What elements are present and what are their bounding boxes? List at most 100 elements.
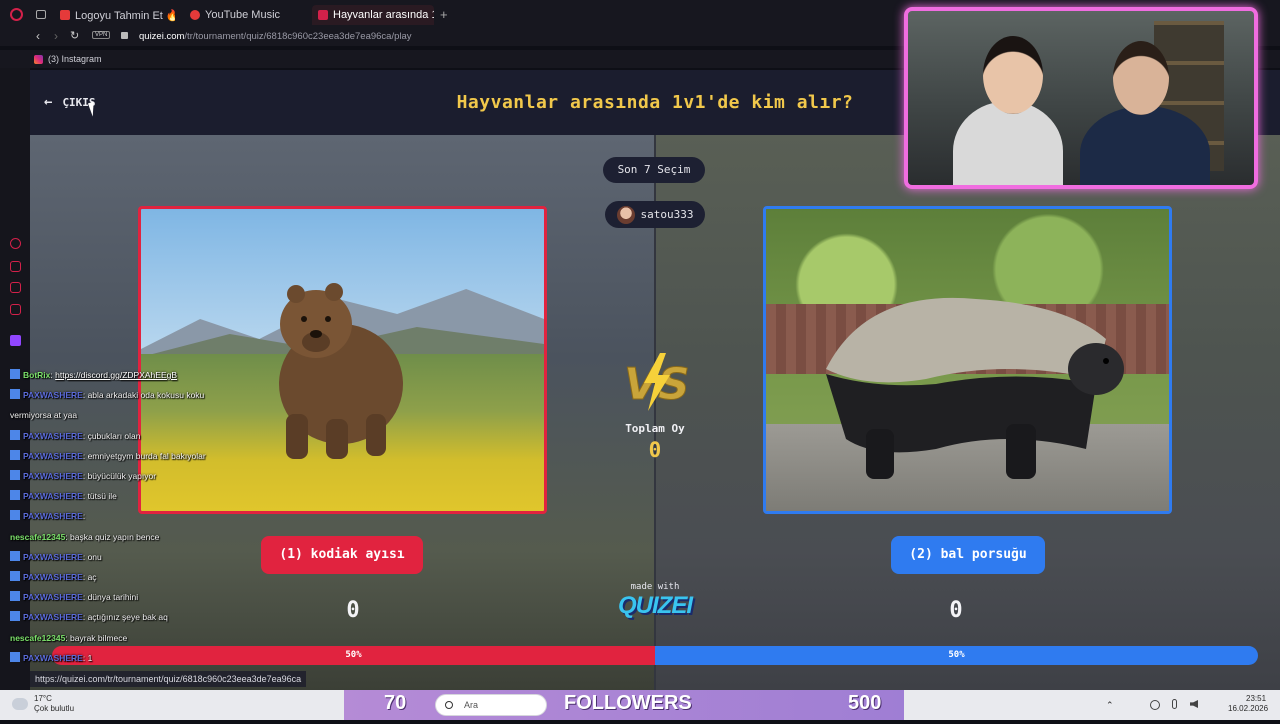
choice-right-button[interactable]: (2) bal porsuğu — [891, 536, 1045, 574]
option-right-image[interactable] — [763, 206, 1172, 514]
taskbar-search[interactable]: Ara — [435, 694, 547, 716]
chat-message: PAXWASHERE: tütsü ile — [10, 490, 250, 503]
chat-username[interactable]: PAXWASHERE — [23, 471, 83, 481]
chat-text: bayrak bilmece — [70, 632, 128, 643]
mic-icon[interactable] — [1172, 699, 1177, 709]
chat-username[interactable]: nescafe12345 — [10, 633, 65, 643]
url-field[interactable]: quizei.com/tr/tournament/quiz/6818c960c2… — [139, 31, 412, 42]
chat-username[interactable]: BotRix — [23, 370, 50, 380]
bear-figure — [279, 283, 403, 459]
tab-logoyu[interactable]: Logoyu Tahmin Et 🔥 Log — [60, 5, 175, 25]
reload-icon[interactable]: ↻ — [70, 29, 79, 42]
network-icon[interactable] — [1150, 700, 1160, 710]
weather-icon — [12, 698, 28, 710]
chat-text: onu — [87, 551, 102, 562]
right-percent: 50% — [948, 650, 965, 660]
kick-badge-icon — [10, 591, 20, 602]
option-left-image[interactable] — [138, 206, 547, 514]
chat-message: vermiyorsa at yaa — [10, 409, 250, 422]
chat-username[interactable]: PAXWASHERE — [23, 431, 83, 441]
webcam-overlay — [904, 7, 1258, 189]
chat-username[interactable]: PAXWASHERE — [23, 612, 83, 622]
streamer-left — [953, 101, 1063, 185]
chat-message: PAXWASHERE: büyücülük yapıyor — [10, 470, 250, 483]
badger-figure — [826, 297, 1124, 479]
chat-text: başka quiz yapın bence — [70, 531, 160, 542]
chat-username[interactable]: PAXWASHERE — [23, 390, 83, 400]
bookmark-instagram[interactable]: (3) Instagram — [34, 54, 102, 64]
tab-label: Hayvanlar arasında 1v1'de — [333, 9, 434, 21]
kick-badge-icon — [10, 611, 20, 622]
search-icon — [445, 701, 453, 709]
kick-badge-icon — [10, 571, 20, 581]
volume-icon[interactable] — [1190, 700, 1198, 708]
right-vote-count: 0 — [949, 598, 963, 623]
sidebar-ai-icon[interactable] — [10, 261, 21, 272]
total-votes-value: 0 — [648, 438, 662, 462]
new-tab-button[interactable]: + — [440, 7, 448, 22]
chat-text: açtığınız şeye bak aq — [87, 612, 168, 623]
chat-username[interactable]: PAXWASHERE — [23, 552, 83, 562]
followers-current: 70 — [384, 692, 407, 714]
chat-username[interactable]: PAXWASHERE — [23, 511, 83, 521]
search-placeholder: Ara — [464, 700, 479, 710]
quizei-logo[interactable]: QUIZEI — [605, 592, 705, 620]
chat-username[interactable]: PAXWASHERE — [23, 592, 83, 602]
quizei-icon — [318, 10, 328, 20]
kick-badge-icon — [10, 470, 20, 480]
chat-text: dünya tarihini — [87, 592, 139, 603]
kick-badge-icon — [10, 449, 20, 460]
chat-username[interactable]: PAXWASHERE — [23, 451, 83, 461]
chat-username[interactable]: PAXWASHERE — [23, 572, 83, 582]
choice-left-button[interactable]: (1) kodiak ayısı — [261, 536, 423, 574]
chat-username[interactable]: PAXWASHERE — [23, 653, 83, 663]
sidebar-twitch-icon[interactable] — [10, 335, 21, 346]
followers-label: FOLLOWERS — [564, 692, 692, 714]
last-picks-badge[interactable]: Son 7 Seçim — [603, 157, 705, 183]
chat-message: PAXWASHERE: çubukları olan — [10, 429, 250, 443]
chat-text: abla arkadaki oda kokusu koku — [87, 390, 205, 401]
left-percent: 50% — [345, 650, 362, 660]
instagram-icon — [34, 54, 43, 64]
chat-text: tütsü ile — [87, 491, 117, 502]
avatar — [616, 206, 635, 224]
username: satou333 — [640, 208, 694, 221]
chat-message: nescafe12345: bayrak bilmece — [10, 632, 128, 643]
chat-link[interactable]: https://discord.gg/ZDPXAhEEgB — [55, 370, 177, 380]
chat-text: emniyetgym burda fal bakıyolar — [87, 450, 206, 461]
chat-text: vermiyorsa at yaa — [10, 410, 78, 421]
forward-nav-icon[interactable]: › — [54, 29, 58, 43]
tab-youtube-music[interactable]: YouTube Music — [190, 5, 300, 25]
chat-text: büyücülük yapıyor — [87, 471, 157, 481]
tab-hayvanlar[interactable]: Hayvanlar arasında 1v1'de — [312, 5, 434, 25]
sidebar-mail-icon[interactable] — [10, 304, 21, 315]
total-votes-label: Toplam Oy — [625, 422, 685, 435]
chat-username[interactable]: PAXWASHERE — [23, 491, 83, 501]
streamer-left-head — [983, 36, 1043, 114]
streamer-right-head — [1113, 41, 1169, 115]
vs-lightning-icon: VS — [624, 353, 688, 411]
sidebar-messenger-icon[interactable] — [10, 282, 21, 293]
tray-chevron-icon[interactable]: ⌃ — [1106, 690, 1114, 720]
chat-text: 1 — [87, 652, 93, 663]
chat-message: nescafe12345: başka quiz yapın bence — [10, 531, 160, 542]
chat-username[interactable]: nescafe12345 — [10, 532, 65, 542]
back-nav-icon[interactable]: ‹ — [36, 29, 40, 43]
user-pill: satou333 — [605, 201, 705, 228]
chat-message: PAXWASHERE: dünya tarihini — [10, 591, 250, 604]
vpn-badge[interactable]: VPN — [92, 31, 111, 39]
made-with-label: made with — [630, 582, 680, 592]
kick-badge-icon — [10, 550, 20, 561]
url-host: quizei.com — [139, 31, 185, 42]
chat-message: PAXWASHERE: — [10, 510, 250, 523]
youtube-icon — [60, 10, 70, 20]
sidebar-history-icon[interactable] — [10, 238, 21, 249]
kick-badge-icon — [10, 429, 20, 440]
opera-logo-icon[interactable] — [10, 8, 23, 21]
chat-text: aç — [87, 572, 97, 582]
chat-text: çubukları olan — [87, 430, 141, 441]
tab-overview-icon[interactable] — [36, 10, 46, 19]
kick-badge-icon — [10, 510, 20, 521]
chat-message: PAXWASHERE: emniyetgym burda fal bakıyol… — [10, 449, 250, 463]
kick-badge-icon — [10, 389, 20, 400]
